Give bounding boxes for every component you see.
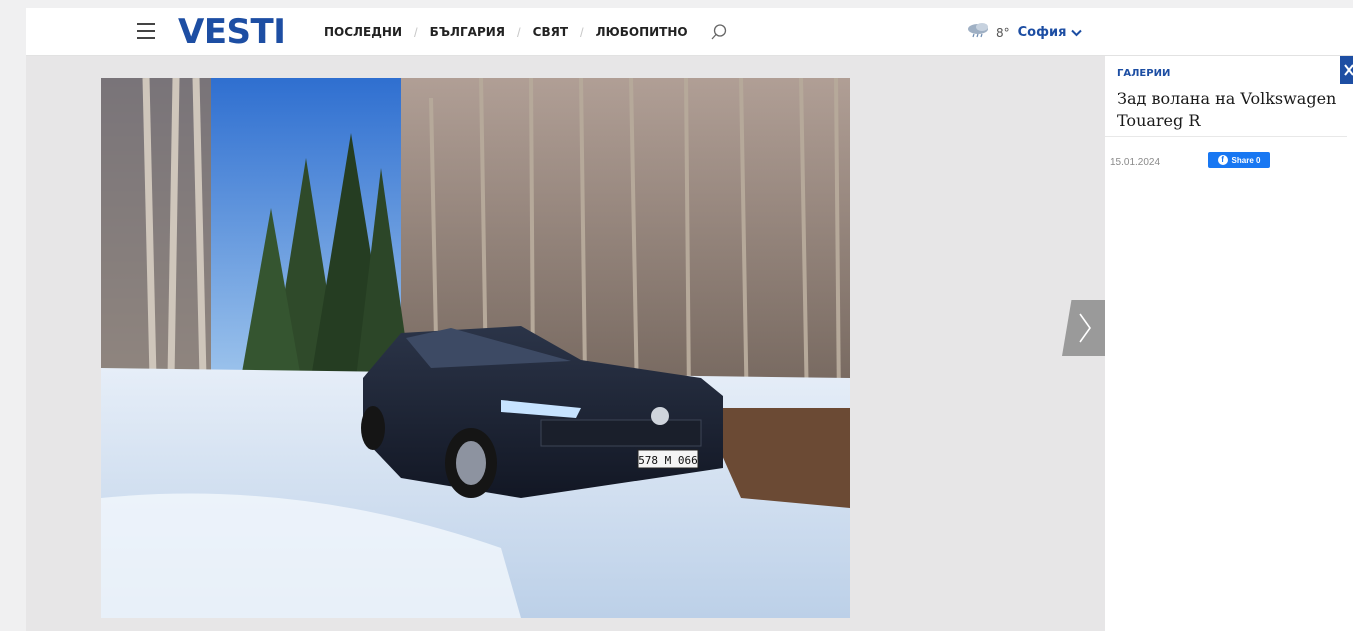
next-image-button[interactable] bbox=[1062, 300, 1105, 356]
nav-separator: / bbox=[580, 24, 584, 40]
share-count: Share 0 bbox=[1231, 155, 1261, 165]
gallery-photo[interactable]: 578 M 066 bbox=[101, 78, 850, 618]
gallery-title: Зад волана на Volkswagen Touareg R bbox=[1117, 89, 1337, 130]
nav-item-bulgaria[interactable]: БЪЛГАРИЯ bbox=[430, 25, 505, 39]
city-selector[interactable]: София bbox=[1018, 25, 1067, 40]
weather-temperature: 8° bbox=[996, 25, 1010, 40]
gallery-viewer: 578 M 066 bbox=[26, 56, 1105, 631]
divider bbox=[1105, 136, 1347, 137]
publish-date: 15.01.2024 bbox=[1110, 157, 1161, 168]
category-label[interactable]: ГАЛЕРИИ bbox=[1117, 68, 1170, 79]
nav-separator: / bbox=[414, 24, 418, 40]
weather-widget[interactable]: 8° София bbox=[966, 22, 1083, 43]
hamburger-menu-icon[interactable] bbox=[137, 23, 155, 39]
license-plate: 578 M 066 bbox=[638, 454, 698, 467]
search-icon[interactable] bbox=[710, 23, 728, 41]
nav-item-world[interactable]: СВЯТ bbox=[533, 25, 568, 39]
facebook-share-button[interactable]: f Share 0 bbox=[1208, 152, 1270, 168]
chevron-down-icon[interactable] bbox=[1071, 29, 1083, 37]
site-header: VESTI ПОСЛЕДНИ / БЪЛГАРИЯ / СВЯТ / ЛЮБОП… bbox=[26, 8, 1353, 56]
nav-separator: / bbox=[517, 24, 521, 40]
nav-item-curious[interactable]: ЛЮБОПИТНО bbox=[596, 25, 688, 39]
cloud-rain-icon bbox=[966, 22, 992, 43]
main-nav: ПОСЛЕДНИ / БЪЛГАРИЯ / СВЯТ / ЛЮБОПИТНО bbox=[324, 24, 728, 40]
nav-item-latest[interactable]: ПОСЛЕДНИ bbox=[324, 25, 402, 39]
chevron-right-icon bbox=[1079, 313, 1091, 343]
gallery-sidebar: ГАЛЕРИИ Зад волана на Volkswagen Touareg… bbox=[1105, 56, 1353, 631]
facebook-icon: f bbox=[1217, 155, 1228, 165]
close-icon[interactable] bbox=[1340, 56, 1353, 84]
site-logo[interactable]: VESTI bbox=[178, 12, 286, 52]
